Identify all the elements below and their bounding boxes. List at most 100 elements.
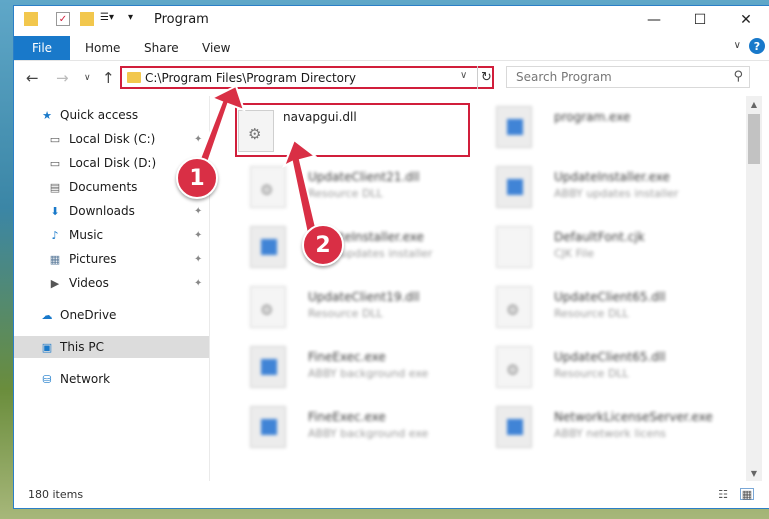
minimize-button[interactable]: — <box>631 6 677 34</box>
toolbar-dropdown-icon[interactable]: ▾ <box>128 12 142 26</box>
address-bar[interactable]: C:\Program Files\Program Directory ∨ ↻ <box>120 66 494 89</box>
cloud-icon: ☁ <box>41 308 53 322</box>
window-title: Program <box>154 12 209 27</box>
scroll-down-icon[interactable]: ▼ <box>746 465 762 481</box>
sidebar-item-label: Videos <box>69 276 109 290</box>
details-view-icon[interactable]: ☷ <box>716 488 730 501</box>
sidebar-item-label: This PC <box>60 340 104 354</box>
folder-icon <box>24 12 38 26</box>
sidebar-item-label: Quick access <box>60 108 139 122</box>
forward-icon[interactable]: → <box>56 69 69 87</box>
file-type: ABBY network licens <box>554 427 667 440</box>
file-item[interactable]: DefaultFont.cjk CJK File <box>496 222 736 274</box>
scroll-thumb[interactable] <box>748 114 760 164</box>
ribbon-collapse-icon[interactable]: ∨ <box>734 40 741 51</box>
step-1-badge: 1 <box>176 157 218 199</box>
file-type: Resource DLL <box>554 307 629 320</box>
dll-file-icon: ⚙ <box>496 346 532 388</box>
sidebar-item-label: Network <box>60 372 111 386</box>
network-icon: ⛁ <box>42 372 52 386</box>
exe-file-icon <box>496 406 532 448</box>
new-folder-icon[interactable] <box>80 12 94 26</box>
customize-toolbar-icon[interactable]: ☰▾ <box>100 12 114 26</box>
file-highlight-box <box>235 103 470 157</box>
sidebar-item-onedrive[interactable]: ☁ OneDrive <box>14 304 209 326</box>
back-icon[interactable]: ← <box>26 69 39 87</box>
file-type: Resource DLL <box>308 187 383 200</box>
gear-icon: ⚙ <box>260 301 274 319</box>
file-type: Resource DLL <box>554 367 629 380</box>
exe-file-icon <box>496 106 532 148</box>
file-item[interactable]: ⚙ UpdateClient65.dll Resource DLL <box>496 342 736 394</box>
file-type: Resource DLL <box>308 307 383 320</box>
close-button[interactable]: ✕ <box>723 6 769 34</box>
file-name: UpdateClient21.dll <box>308 170 420 184</box>
blank-file-icon <box>496 226 532 268</box>
search-icon[interactable]: ⚲ <box>733 69 743 84</box>
recent-locations-icon[interactable]: ∨ <box>84 73 91 83</box>
dll-file-icon: ⚙ <box>496 286 532 328</box>
properties-icon[interactable]: ✓ <box>56 12 70 26</box>
tab-home[interactable]: Home <box>85 41 120 55</box>
sidebar-item-local-disk-c[interactable]: ▭ Local Disk (C:) ✦ <box>14 128 209 150</box>
sidebar-item-label: Local Disk (D:) <box>69 156 157 170</box>
file-type: ABBY updates installer <box>554 187 679 200</box>
file-item[interactable]: NetworkLicenseServer.exe ABBY network li… <box>496 402 736 454</box>
pin-icon: ✦ <box>194 205 203 217</box>
scroll-up-icon[interactable]: ▲ <box>746 96 762 112</box>
sidebar-item-quick-access[interactable]: ★ Quick access <box>14 104 209 126</box>
sidebar-item-network[interactable]: ⛁ Network <box>14 368 209 390</box>
dll-file-icon: ⚙ <box>250 166 286 208</box>
explorer-window: ✓ ☰▾ ▾ Program — ☐ ✕ File Home Share Vie… <box>14 6 769 508</box>
address-path[interactable]: C:\Program Files\Program Directory <box>145 71 356 85</box>
pictures-icon: ▦ <box>49 252 61 266</box>
pin-icon: ✦ <box>194 133 203 145</box>
folder-icon <box>127 72 141 83</box>
file-item[interactable]: FineExec.exe ABBY background exe <box>250 402 490 454</box>
refresh-icon[interactable]: ↻ <box>477 66 495 89</box>
file-item[interactable]: ⚙ UpdateClient65.dll Resource DLL <box>496 282 736 334</box>
sidebar-item-downloads[interactable]: ⬇ Downloads ✦ <box>14 200 209 222</box>
maximize-button[interactable]: ☐ <box>677 6 723 34</box>
videos-icon: ▶ <box>50 276 60 290</box>
computer-icon: ▣ <box>41 340 53 354</box>
item-count: 180 items <box>28 488 84 501</box>
help-icon[interactable]: ? <box>749 38 765 54</box>
music-icon: ♪ <box>51 228 59 242</box>
tab-share[interactable]: Share <box>144 41 179 55</box>
file-item[interactable]: program.exe <box>496 102 736 154</box>
sidebar-item-this-pc[interactable]: ▣ This PC <box>14 336 209 358</box>
navigation-bar: ← → ∨ ↑ C:\Program Files\Program Directo… <box>14 61 769 95</box>
exe-file-icon <box>250 226 286 268</box>
sidebar-item-pictures[interactable]: ▦ Pictures ✦ <box>14 248 209 270</box>
file-name: UpdateClient65.dll <box>554 350 666 364</box>
status-bar: 180 items ☷ ▦ <box>14 481 769 508</box>
tab-file[interactable]: File <box>14 36 70 60</box>
pin-icon: ✦ <box>194 277 203 289</box>
file-name: NetworkLicenseServer.exe <box>554 410 713 424</box>
file-item[interactable]: ⚙ UpdateClient19.dll Resource DLL <box>250 282 490 334</box>
file-name: DefaultFont.cjk <box>554 230 645 244</box>
file-name: FineExec.exe <box>308 410 386 424</box>
file-item[interactable]: UpdateInstaller.exe ABBY updates install… <box>496 162 736 214</box>
documents-icon: ▤ <box>49 180 61 194</box>
search-placeholder: Search Program <box>516 70 612 84</box>
tab-view[interactable]: View <box>202 41 230 55</box>
download-icon: ⬇ <box>50 204 60 218</box>
up-icon[interactable]: ↑ <box>102 69 115 87</box>
file-item[interactable]: UpdateInstaller.exe ABBY updates install… <box>250 222 490 274</box>
file-item[interactable]: FineExec.exe ABBY background exe <box>250 342 490 394</box>
address-dropdown-icon[interactable]: ∨ <box>460 70 467 81</box>
large-icons-view-icon[interactable]: ▦ <box>740 488 754 501</box>
sidebar-item-music[interactable]: ♪ Music ✦ <box>14 224 209 246</box>
drive-icon: ▭ <box>49 132 61 146</box>
star-icon: ★ <box>42 108 52 122</box>
drive-icon: ▭ <box>49 156 61 170</box>
sidebar-item-label: Music <box>69 228 104 242</box>
file-item[interactable]: ⚙ UpdateClient21.dll Resource DLL <box>250 162 490 214</box>
sidebar-item-videos[interactable]: ▶ Videos ✦ <box>14 272 209 294</box>
sidebar-item-label: OneDrive <box>60 308 117 322</box>
search-input[interactable]: Search Program ⚲ <box>506 66 750 88</box>
vertical-scrollbar[interactable]: ▲ ▼ <box>746 96 762 481</box>
sidebar-item-label: Documents <box>69 180 138 194</box>
